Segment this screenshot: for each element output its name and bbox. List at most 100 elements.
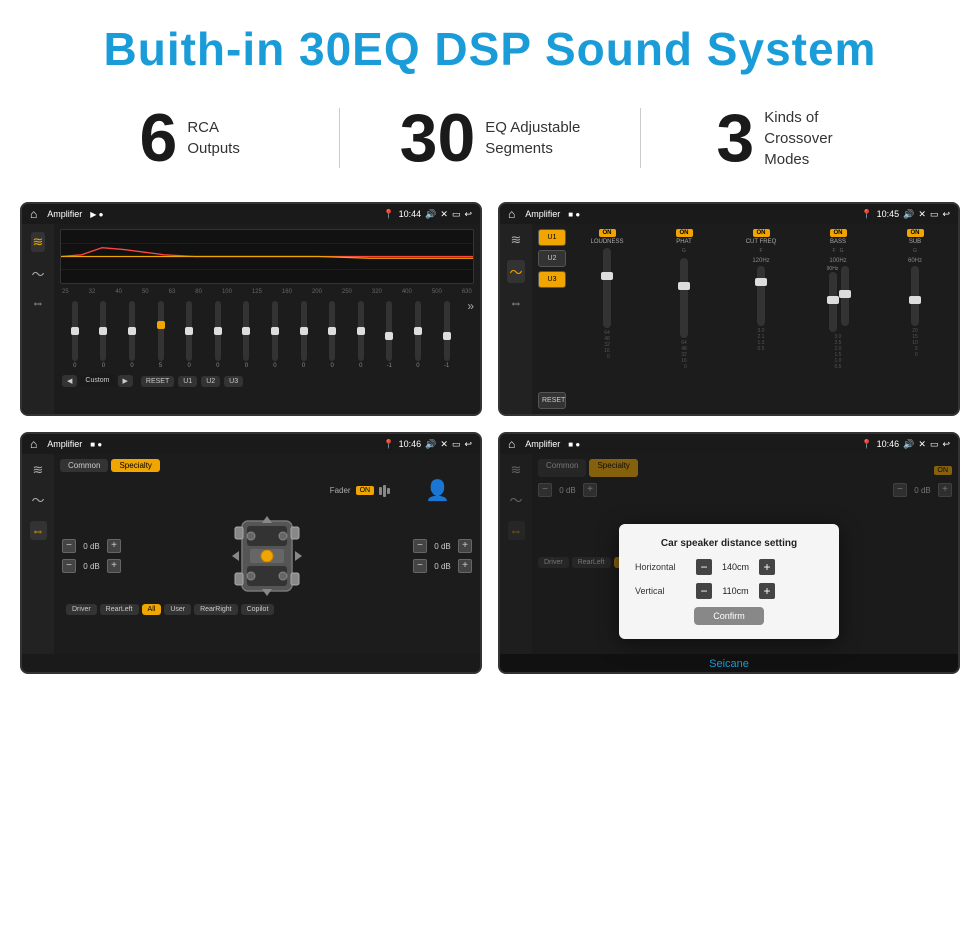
close-icon-2[interactable]: ✕ [918, 209, 926, 220]
close-icon-4[interactable]: ✕ [918, 439, 926, 450]
eq-slider-7[interactable]: 0 [262, 301, 288, 369]
db-minus-bl[interactable]: − [62, 559, 76, 573]
loudness-toggle[interactable]: ON [599, 229, 616, 237]
dialog-horiz-plus[interactable]: + [759, 559, 775, 575]
home-icon-3[interactable]: ⌂ [30, 437, 37, 451]
eq-slider-9[interactable]: 0 [319, 301, 345, 369]
tab-specialty-3[interactable]: Specialty [111, 459, 159, 472]
preset-u2[interactable]: U2 [538, 250, 566, 267]
home-icon-4[interactable]: ⌂ [508, 437, 515, 451]
eq-slider-1[interactable]: 0 [91, 301, 117, 369]
back-icon-1[interactable]: ↩ [464, 209, 472, 220]
vol-icon-2[interactable]: 🔊 [903, 209, 914, 220]
min-icon-2[interactable]: ▭ [930, 209, 939, 220]
vol-icon-1[interactable]: 🔊 [425, 209, 436, 220]
sidebar-wave-icon[interactable]: 〜 [31, 264, 44, 283]
fader-toggle-btn[interactable]: ON [356, 486, 375, 495]
min-icon-3[interactable]: ▭ [452, 439, 461, 450]
zone-driver[interactable]: Driver [66, 604, 97, 615]
preset-u3[interactable]: U3 [538, 271, 566, 288]
db-minus-tr[interactable]: − [413, 539, 427, 553]
back-icon-3[interactable]: ↩ [464, 439, 472, 450]
bass-freq-slider[interactable] [829, 272, 837, 332]
cutfreq-toggle[interactable]: ON [753, 229, 770, 237]
eq-slider-11[interactable]: -1 [377, 301, 403, 369]
dialog-vert-plus[interactable]: + [759, 583, 775, 599]
eq-slider-2[interactable]: 0 [119, 301, 145, 369]
zone-user[interactable]: User [164, 604, 191, 615]
tab-common-3[interactable]: Common [60, 459, 108, 472]
eq-slider-3[interactable]: 5 [148, 301, 174, 369]
close-icon-3[interactable]: ✕ [440, 439, 448, 450]
db-plus-tr[interactable]: + [458, 539, 472, 553]
status-bar-1: ⌂ Amplifier ▶ ● 📍 10:44 🔊 ✕ ▭ ↩ [22, 204, 480, 224]
bass-gain-slider[interactable] [841, 266, 849, 326]
divider-1 [339, 108, 340, 168]
phat-slider[interactable] [680, 258, 688, 338]
sub-toggle[interactable]: ON [907, 229, 924, 237]
home-icon-1[interactable]: ⌂ [30, 207, 37, 221]
eq-screen-content: ≋ 〜 ⇔ [22, 224, 480, 414]
zone-copilot[interactable]: Copilot [241, 604, 275, 615]
bass-toggle[interactable]: ON [830, 229, 847, 237]
eq-u1-btn[interactable]: U1 [178, 376, 197, 387]
sidebar-arrows-icon[interactable]: ⇔ [32, 295, 45, 310]
eq-next-btn[interactable]: ▶ [118, 375, 133, 387]
eq-slider-10[interactable]: 0 [348, 301, 374, 369]
eq-u3-btn[interactable]: U3 [224, 376, 243, 387]
sidebar-eq-icon[interactable]: ≋ [31, 232, 46, 252]
amp-sidebar-arrows-icon[interactable]: ⇔ [510, 295, 523, 310]
zone-all[interactable]: All [142, 604, 162, 615]
preset-u1[interactable]: U1 [538, 229, 566, 246]
eq-prev-btn[interactable]: ◀ [62, 375, 77, 387]
db-minus-br[interactable]: − [413, 559, 427, 573]
back-icon-2[interactable]: ↩ [942, 209, 950, 220]
amp-reset-btn[interactable]: RESET [538, 392, 566, 409]
eq-slider-8[interactable]: 0 [291, 301, 317, 369]
eq-slider-12[interactable]: 0 [405, 301, 431, 369]
dialog-confirm-button[interactable]: Confirm [694, 607, 764, 625]
location-icon-3: 📍 [383, 439, 394, 450]
dialog-horiz-minus[interactable]: − [696, 559, 712, 575]
fader-sidebar-eq-icon[interactable]: ≋ [33, 462, 44, 478]
db-plus-br[interactable]: + [458, 559, 472, 573]
cutfreq-slider[interactable] [757, 266, 765, 326]
zone-rearleft[interactable]: RearLeft [100, 604, 139, 615]
sub-slider[interactable] [911, 266, 919, 326]
stat-label-crossover: Kinds of Crossover Modes [764, 107, 864, 170]
min-icon-4[interactable]: ▭ [930, 439, 939, 450]
main-title: Buith-in 30EQ DSP Sound System [10, 22, 970, 76]
dialog-vert-value: 110cm [718, 586, 753, 596]
eq-slider-13[interactable]: -1 [434, 301, 460, 369]
close-icon-1[interactable]: ✕ [440, 209, 448, 220]
fader-sidebar-arrows-icon[interactable]: ⇔ [30, 521, 47, 540]
zone-rearright[interactable]: RearRight [194, 604, 238, 615]
db-plus-bl[interactable]: + [107, 559, 121, 573]
db-control-br: − 0 dB + [413, 559, 472, 573]
amp-loudness: ON LOUDNESS 64 48 32 16 0 [570, 229, 644, 409]
eq-expand-btn[interactable]: » [463, 299, 474, 313]
vol-icon-4[interactable]: 🔊 [903, 439, 914, 450]
dialog-vert-minus[interactable]: − [696, 583, 712, 599]
home-icon-2[interactable]: ⌂ [508, 207, 515, 221]
min-icon-1[interactable]: ▭ [452, 209, 461, 220]
dialog-horiz-label: Horizontal [635, 562, 690, 572]
eq-slider-0[interactable]: 0 [62, 301, 88, 369]
amp-presets: U1 U2 U3 RESET [538, 229, 566, 409]
eq-slider-5[interactable]: 0 [205, 301, 231, 369]
vol-icon-3[interactable]: 🔊 [425, 439, 436, 450]
eq-slider-4[interactable]: 0 [176, 301, 202, 369]
fader-main: Common Specialty Fader ON 👤 [54, 454, 480, 654]
fader-sidebar-wave-icon[interactable]: 〜 [31, 490, 44, 509]
db-minus-tl[interactable]: − [62, 539, 76, 553]
eq-u2-btn[interactable]: U2 [201, 376, 220, 387]
amp-sidebar-eq-icon[interactable]: ≋ [511, 232, 522, 248]
watermark: Seicane [500, 654, 958, 672]
back-icon-4[interactable]: ↩ [942, 439, 950, 450]
phat-toggle[interactable]: ON [676, 229, 693, 237]
amp-sidebar-wave-icon[interactable]: 〜 [507, 260, 524, 283]
loudness-slider[interactable] [603, 248, 611, 328]
db-plus-tl[interactable]: + [107, 539, 121, 553]
eq-reset-btn[interactable]: RESET [141, 376, 174, 387]
eq-slider-6[interactable]: 0 [234, 301, 260, 369]
